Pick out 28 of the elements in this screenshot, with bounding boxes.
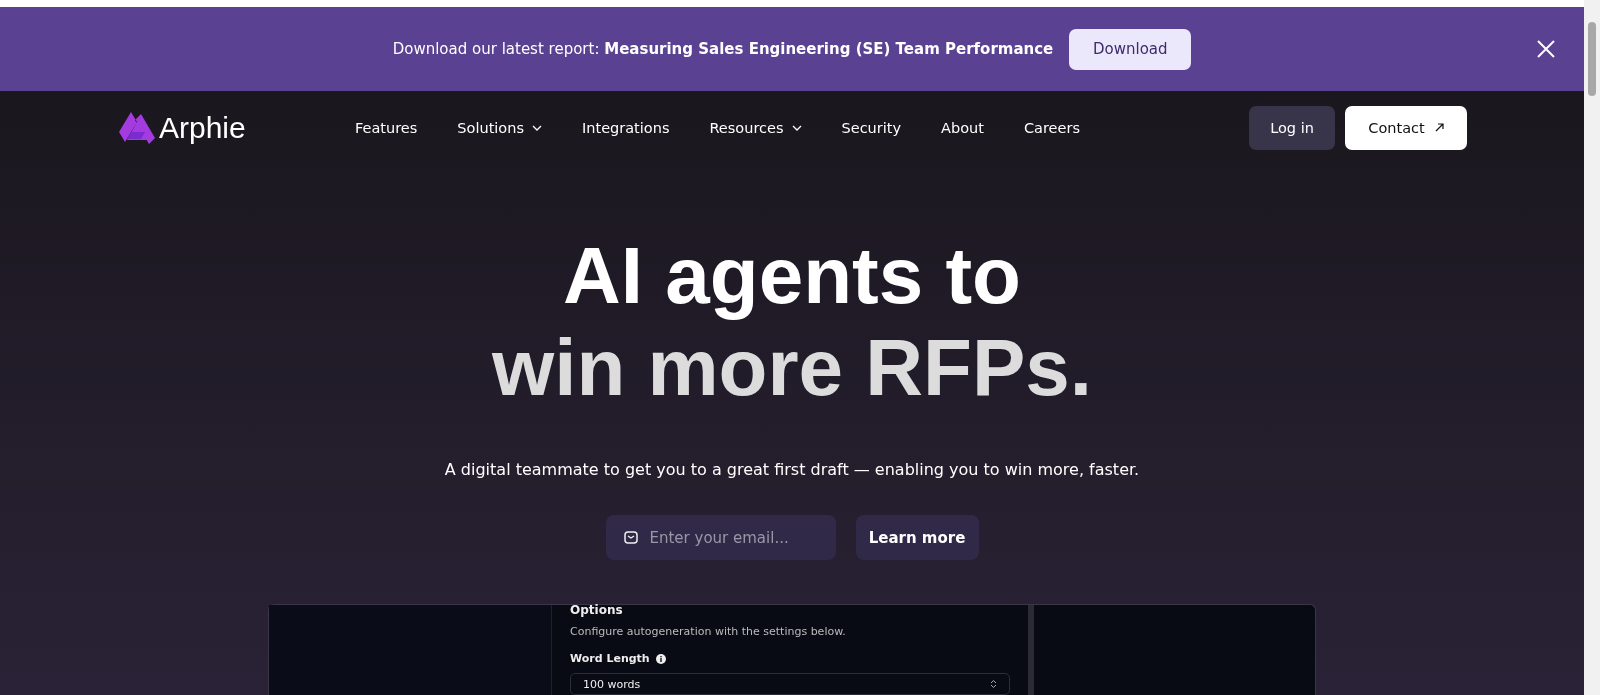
arrow-icon xyxy=(1434,123,1444,132)
hero-heading: win more RFPs. xyxy=(491,322,1093,414)
email-field[interactable]: Enter your email... xyxy=(605,515,836,560)
nav-link[interactable]: Features xyxy=(355,119,418,136)
info-icon xyxy=(655,653,666,664)
field-label: Word Length xyxy=(570,652,650,665)
chevron-icon xyxy=(990,679,997,689)
chevron-icon xyxy=(791,124,802,131)
nav-link[interactable]: Security xyxy=(841,119,902,136)
contact-button[interactable]: Contact xyxy=(1345,105,1467,150)
section-description: Configure autogeneration with the settings below. xyxy=(570,625,847,638)
nav-link[interactable]: About xyxy=(941,119,984,136)
nav-link[interactable]: Solutions xyxy=(457,119,542,136)
banner-text: Download our latest report: Measuring Sales Engineering (SE) Team Performance xyxy=(392,40,1054,58)
hero-subtitle: A digital teammate to get you to a great first draft — enabling you to win more, faster. xyxy=(444,460,1140,479)
logo-text[interactable]: Arphie xyxy=(159,110,246,145)
hero-heading: AI agents to xyxy=(563,230,1021,322)
learn-more-button[interactable]: Learn more xyxy=(855,515,979,560)
word-length-select[interactable]: 100 words xyxy=(570,673,1010,695)
nav-link[interactable]: Integrations xyxy=(582,119,670,136)
chevron-icon xyxy=(532,124,542,131)
download-button[interactable]: Download xyxy=(1069,28,1192,70)
login-button[interactable]: Log in xyxy=(1249,105,1335,150)
nav-link[interactable]: Resources xyxy=(709,119,802,136)
close-icon[interactable] xyxy=(1536,39,1556,59)
section-title: Options xyxy=(570,603,624,617)
nav-link[interactable]: Careers xyxy=(1023,119,1080,136)
scrollbar-thumb[interactable] xyxy=(1588,22,1596,96)
